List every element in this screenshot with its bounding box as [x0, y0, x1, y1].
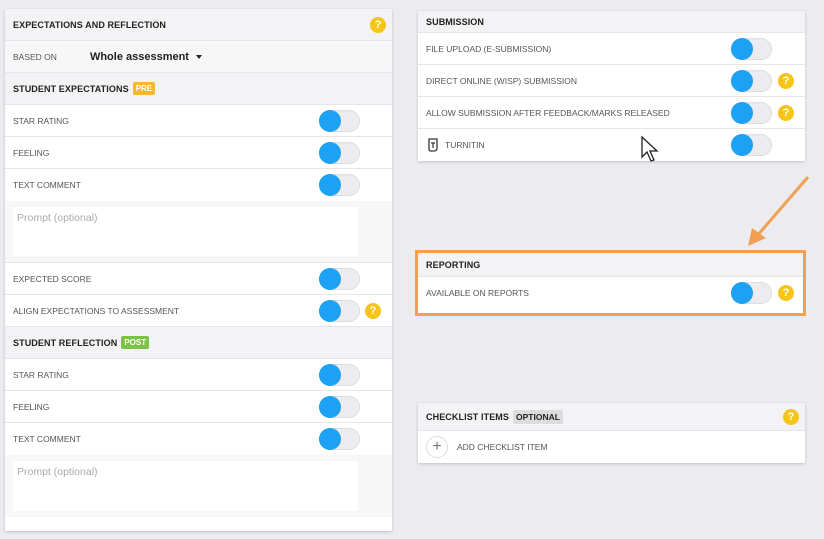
available-reports-row: AVAILABLE ON REPORTS ?	[418, 277, 803, 309]
help-icon[interactable]: ?	[365, 303, 381, 319]
turnitin-row: TURNITIN	[418, 129, 805, 161]
expect-text-comment-toggle[interactable]	[319, 174, 360, 196]
based-on-row: BASED ON Whole assessment	[5, 41, 392, 73]
turnitin-toggle[interactable]	[731, 134, 772, 156]
checklist-panel: CHECKLIST ITEMS OPTIONAL ? + ADD CHECKLI…	[418, 403, 805, 463]
plus-icon[interactable]: +	[426, 436, 448, 458]
toggle-knob	[319, 174, 341, 196]
allow-after-row: ALLOW SUBMISSION AFTER FEEDBACK/MARKS RE…	[418, 97, 805, 129]
toggle-knob	[731, 38, 753, 60]
reflect-feeling-row: FEELING	[5, 391, 392, 423]
toggle-knob	[319, 268, 341, 290]
direct-online-label: DIRECT ONLINE (WISP) SUBMISSION	[426, 75, 577, 86]
student-reflection-header: STUDENT REFLECTION POST	[5, 327, 392, 359]
toggle-knob	[319, 300, 341, 322]
expect-feeling-row: FEELING	[5, 137, 392, 169]
turnitin-icon	[428, 138, 438, 152]
caret-down-icon	[195, 54, 202, 59]
based-on-select[interactable]: Whole assessment	[90, 51, 202, 63]
add-checklist-label[interactable]: ADD CHECKLIST ITEM	[457, 442, 548, 452]
reporting-header: REPORTING	[418, 253, 803, 277]
allow-after-toggle[interactable]	[731, 102, 772, 124]
available-reports-toggle[interactable]	[731, 282, 772, 304]
toggle-knob	[731, 134, 753, 156]
optional-badge: OPTIONAL	[513, 409, 563, 424]
allow-after-label: ALLOW SUBMISSION AFTER FEEDBACK/MARKS RE…	[426, 107, 670, 118]
reflect-feeling-toggle[interactable]	[319, 396, 360, 418]
student-reflection-title: STUDENT REFLECTION	[13, 337, 118, 348]
submission-panel: SUBMISSION FILE UPLOAD (E-SUBMISSION) DI…	[418, 11, 805, 161]
pre-badge: PRE	[132, 82, 156, 95]
feeling-label: FEELING	[13, 147, 50, 158]
help-icon[interactable]: ?	[778, 285, 794, 301]
align-expectations-label: ALIGN EXPECTATIONS TO ASSESSMENT	[13, 305, 180, 316]
expect-prompt-input[interactable]: Prompt (optional)	[13, 207, 358, 256]
expect-star-rating-row: STAR RATING	[5, 105, 392, 137]
reflect-text-comment-row: TEXT COMMENT	[5, 423, 392, 455]
mouse-cursor-icon	[641, 135, 659, 162]
based-on-value: Whole assessment	[89, 50, 189, 63]
toggle-knob	[731, 102, 753, 124]
annotation-arrow-icon	[748, 176, 810, 246]
expected-score-toggle[interactable]	[319, 268, 360, 290]
expect-feeling-toggle[interactable]	[319, 142, 360, 164]
star-rating-label: STAR RATING	[13, 369, 69, 380]
direct-online-row: DIRECT ONLINE (WISP) SUBMISSION ?	[418, 65, 805, 97]
toggle-knob	[319, 142, 341, 164]
help-icon[interactable]: ?	[778, 73, 794, 89]
toggle-knob	[319, 428, 341, 450]
reflect-star-rating-row: STAR RATING	[5, 359, 392, 391]
direct-online-toggle[interactable]	[731, 70, 772, 92]
reflect-text-comment-toggle[interactable]	[319, 428, 360, 450]
align-expectations-toggle[interactable]	[319, 300, 360, 322]
student-expectations-title: STUDENT EXPECTATIONS	[13, 83, 129, 94]
checklist-title: CHECKLIST ITEMS	[426, 411, 510, 422]
file-upload-toggle[interactable]	[731, 38, 772, 60]
help-icon[interactable]: ?	[778, 105, 794, 121]
available-reports-label: AVAILABLE ON REPORTS	[426, 288, 529, 298]
text-comment-label: TEXT COMMENT	[13, 434, 81, 444]
reflect-prompt-row: Prompt (optional)	[5, 455, 392, 517]
turnitin-label: TURNITIN	[445, 140, 485, 150]
expectations-title: EXPECTATIONS AND REFLECTION	[13, 19, 167, 30]
submission-header: SUBMISSION	[418, 11, 805, 33]
based-on-label: BASED ON	[13, 51, 57, 62]
reporting-panel: REPORTING AVAILABLE ON REPORTS ?	[418, 253, 803, 313]
submission-title: SUBMISSION	[426, 16, 485, 27]
reflect-star-rating-toggle[interactable]	[319, 364, 360, 386]
expectations-panel: EXPECTATIONS AND REFLECTION ? BASED ON W…	[5, 9, 392, 531]
expectations-header: EXPECTATIONS AND REFLECTION ?	[5, 9, 392, 41]
expected-score-row: EXPECTED SCORE	[5, 263, 392, 295]
toggle-knob	[731, 70, 753, 92]
reflect-prompt-input[interactable]: Prompt (optional)	[13, 461, 358, 511]
expect-star-rating-toggle[interactable]	[319, 110, 360, 132]
toggle-knob	[319, 364, 341, 386]
expected-score-label: EXPECTED SCORE	[13, 273, 92, 284]
feeling-label: FEELING	[13, 401, 50, 412]
text-comment-label: TEXT COMMENT	[13, 180, 81, 190]
expect-text-comment-row: TEXT COMMENT	[5, 169, 392, 201]
student-expectations-header: STUDENT EXPECTATIONS PRE	[5, 73, 392, 105]
help-icon[interactable]: ?	[783, 409, 799, 425]
expect-prompt-row: Prompt (optional)	[5, 201, 392, 263]
toggle-knob	[319, 396, 341, 418]
post-badge: POST	[121, 336, 150, 349]
toggle-knob	[319, 110, 341, 132]
star-rating-label: STAR RATING	[13, 115, 69, 126]
reporting-title: REPORTING	[426, 259, 481, 270]
toggle-knob	[731, 282, 753, 304]
checklist-header: CHECKLIST ITEMS OPTIONAL ?	[418, 403, 805, 431]
align-expectations-row: ALIGN EXPECTATIONS TO ASSESSMENT ?	[5, 295, 392, 327]
file-upload-label: FILE UPLOAD (E-SUBMISSION)	[426, 43, 552, 54]
add-checklist-row[interactable]: + ADD CHECKLIST ITEM	[418, 431, 805, 463]
help-icon[interactable]: ?	[370, 17, 386, 33]
file-upload-row: FILE UPLOAD (E-SUBMISSION)	[418, 33, 805, 65]
